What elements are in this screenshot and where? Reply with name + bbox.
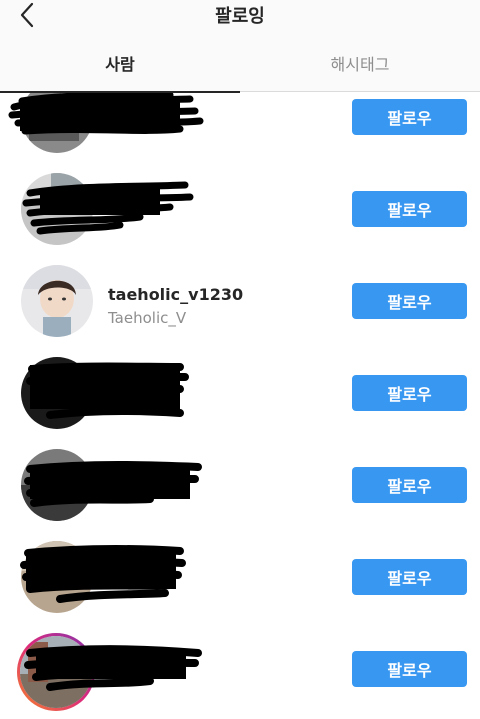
avatar[interactable] <box>21 265 93 337</box>
top-bar: 팔로잉 <box>0 0 480 34</box>
app-screen: 팔로잉 사람 해시태그 팔로우 팔로우 taeholic_v1230 Taeho… <box>0 0 480 719</box>
tab-bar: 사람 해시태그 <box>0 34 480 93</box>
list-item[interactable]: 팔로우 <box>0 439 480 531</box>
user-names <box>108 101 328 106</box>
page-title: 팔로잉 <box>215 6 265 27</box>
avatar[interactable] <box>21 357 93 429</box>
follow-button[interactable]: 팔로우 <box>352 651 467 687</box>
user-names <box>108 467 328 472</box>
avatar[interactable] <box>21 93 93 153</box>
avatar[interactable] <box>21 449 93 521</box>
tab-hashtags[interactable]: 해시태그 <box>240 34 480 92</box>
full-name: Taeholic_V <box>108 309 187 327</box>
avatar[interactable] <box>21 541 93 613</box>
tab-people[interactable]: 사람 <box>0 34 240 93</box>
list-item[interactable]: 팔로우 <box>0 93 480 163</box>
user-names: taeholic_v1230 Taeholic_V <box>108 285 328 327</box>
avatar[interactable] <box>17 633 95 711</box>
user-names <box>108 189 328 194</box>
follow-button[interactable]: 팔로우 <box>352 375 467 411</box>
follow-button[interactable]: 팔로우 <box>352 99 467 135</box>
avatar[interactable] <box>21 173 93 245</box>
list-item[interactable]: 팔로우 <box>0 623 480 715</box>
follow-button[interactable]: 팔로우 <box>352 283 467 319</box>
follow-button[interactable]: 팔로우 <box>352 559 467 595</box>
user-names <box>108 559 328 564</box>
list-item[interactable]: 팔로우 <box>0 347 480 439</box>
username: taeholic_v1230 <box>108 285 244 304</box>
user-names <box>108 653 328 658</box>
list-item[interactable]: 팔로우 <box>0 163 480 255</box>
following-list: 팔로우 팔로우 taeholic_v1230 Taeholic_V 팔로우 팔로… <box>0 93 480 719</box>
follow-button[interactable]: 팔로우 <box>352 191 467 227</box>
follow-button[interactable]: 팔로우 <box>352 467 467 503</box>
list-item[interactable]: 팔로우 <box>0 531 480 623</box>
user-names <box>108 375 328 380</box>
list-item[interactable]: taeholic_v1230 Taeholic_V 팔로우 <box>0 255 480 347</box>
